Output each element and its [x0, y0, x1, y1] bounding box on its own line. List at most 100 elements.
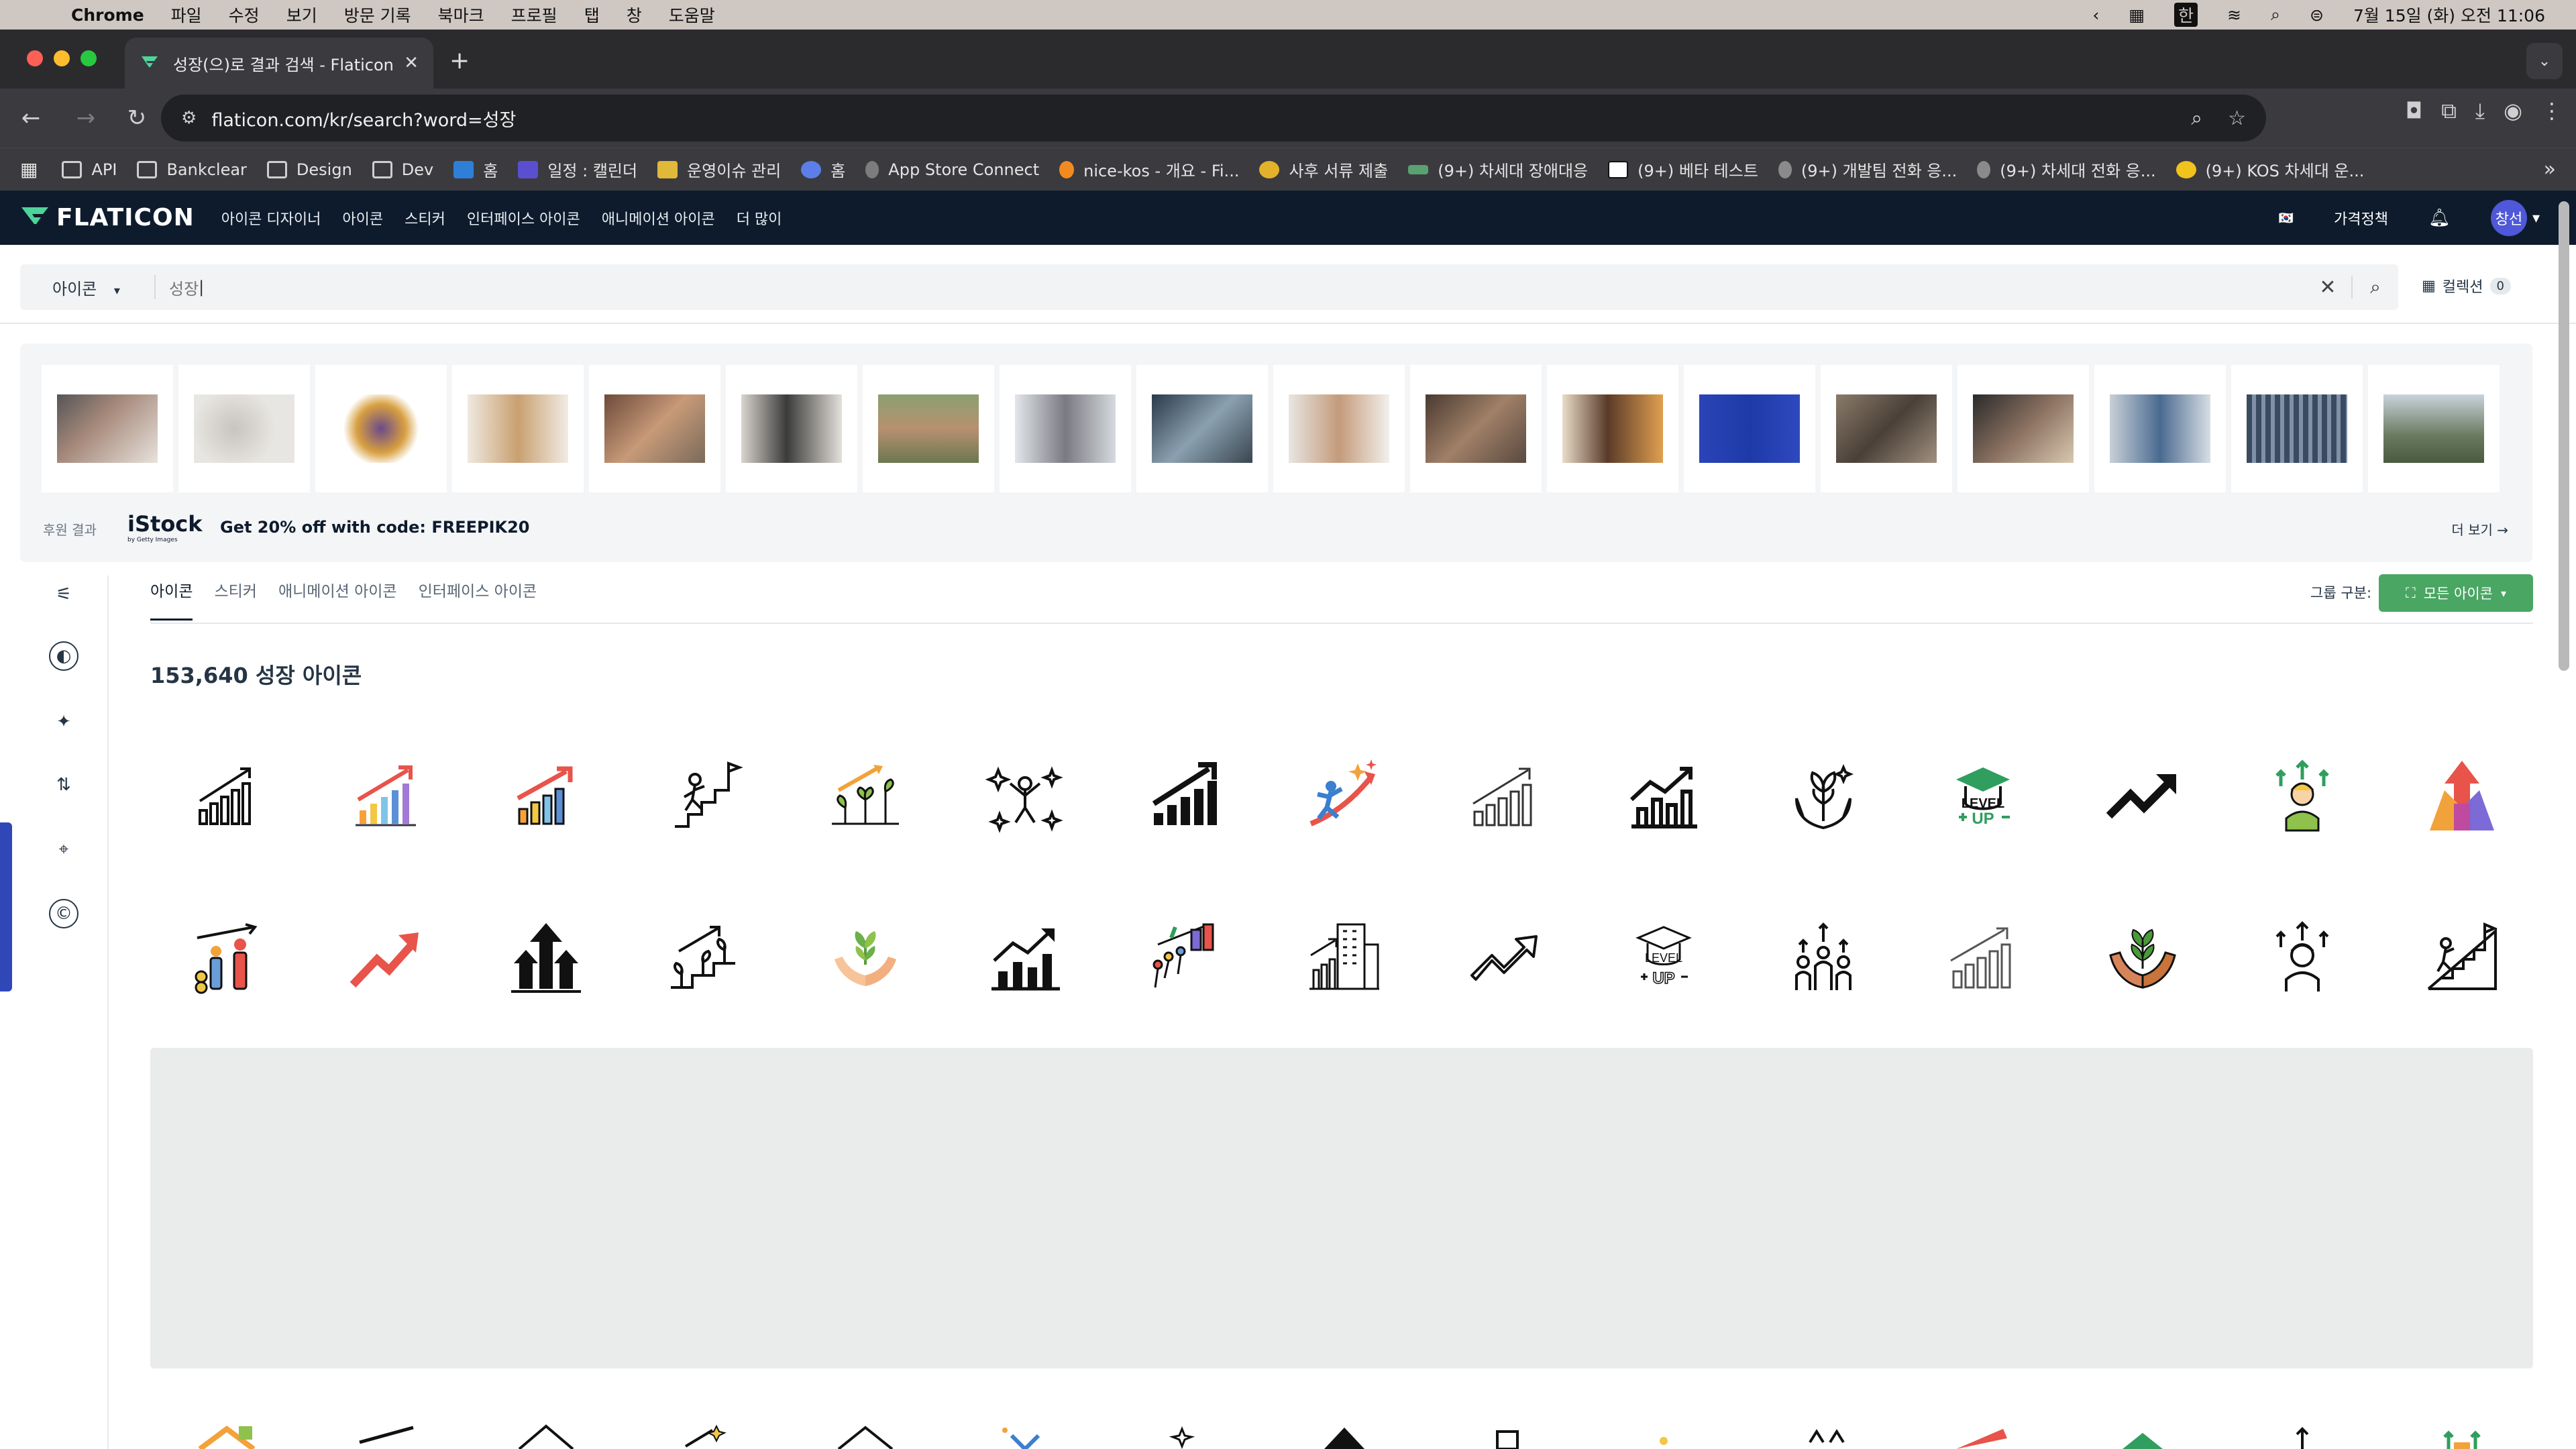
nav-animated-icons[interactable]: 애니메이션 아이콘: [602, 207, 715, 229]
animated-target-icon[interactable]: ⌖: [49, 835, 78, 864]
extensions-icon[interactable]: ⧉: [2441, 98, 2457, 124]
sponsored-photo[interactable]: [1547, 365, 1678, 492]
palette-icon[interactable]: ◐: [49, 641, 78, 671]
site-logo[interactable]: FLATICON: [20, 204, 195, 231]
bookmark-home-trello[interactable]: 홈: [453, 158, 498, 181]
partial-icon[interactable]: [1144, 1422, 1225, 1449]
bar-chart-light-icon[interactable]: [1943, 918, 2023, 998]
trend-arrow-solid-icon[interactable]: [2102, 757, 2183, 837]
close-window-button[interactable]: [27, 50, 43, 66]
sponsored-photo[interactable]: [1410, 365, 1542, 492]
nav-more[interactable]: 더 많이: [737, 207, 782, 229]
bookmark-design[interactable]: Design: [266, 160, 352, 179]
user-menu[interactable]: 창선 ▾: [2490, 200, 2540, 236]
sponsored-photo[interactable]: [178, 365, 310, 492]
trend-arrow-outline-icon[interactable]: [1464, 918, 1544, 998]
keyboard-icon[interactable]: ▦: [2129, 5, 2145, 25]
partial-icon[interactable]: [665, 1422, 746, 1449]
clear-search-icon[interactable]: ✕: [2304, 276, 2351, 299]
new-tab-button[interactable]: +: [449, 47, 470, 74]
growing-plants-icon[interactable]: [825, 757, 906, 837]
notification-bell-icon[interactable]: 🔔︎: [2428, 208, 2451, 228]
bookmark-dev-phone[interactable]: (9+) 개발팀 전화 응...: [1778, 158, 1957, 181]
camera-icon[interactable]: ◘: [2406, 98, 2422, 124]
bookmark-incident[interactable]: (9+) 차세대 장애대응: [1408, 158, 1588, 181]
menu-app-name[interactable]: Chrome: [71, 5, 144, 25]
bookmark-firebase[interactable]: nice-kos - 개요 - Fi...: [1059, 158, 1239, 181]
bar-chart-bold-icon[interactable]: [1623, 757, 1704, 837]
person-arrows-outline-icon[interactable]: [2262, 918, 2343, 998]
hands-plant-color-icon[interactable]: [825, 918, 906, 998]
people-growth-icon[interactable]: [186, 918, 267, 998]
partial-icon[interactable]: [985, 1422, 1065, 1449]
bookmark-star-icon[interactable]: ☆: [2228, 107, 2246, 130]
url-text[interactable]: flaticon.com/kr/search?word=성장: [211, 105, 516, 131]
menu-history[interactable]: 방문 기록: [344, 3, 411, 27]
more-menu-icon[interactable]: ⋮: [2541, 98, 2563, 124]
back-button[interactable]: ←: [11, 98, 51, 138]
group-by-dropdown[interactable]: ⛶ 모든 아이콘 ▾: [2379, 574, 2533, 612]
sponsored-photo[interactable]: [2231, 365, 2363, 492]
search-button[interactable]: ⌕: [2351, 276, 2398, 299]
menu-edit[interactable]: 수정: [229, 3, 260, 27]
bar-chart-solid-icon[interactable]: [1144, 757, 1225, 837]
tab-icons[interactable]: 아이콘: [150, 578, 193, 621]
stairs-flag-icon[interactable]: [2422, 918, 2502, 998]
search-icon[interactable]: ⌕: [2271, 5, 2280, 25]
hands-plant-brown-icon[interactable]: [2102, 918, 2183, 998]
partial-icon[interactable]: [2422, 1422, 2502, 1449]
bookmark-app-store-connect[interactable]: App Store Connect: [865, 160, 1039, 179]
partial-icon[interactable]: [1464, 1422, 1544, 1449]
menu-help[interactable]: 도움말: [669, 3, 715, 27]
bookmark-kos[interactable]: (9+) KOS 차세대 운...: [2176, 158, 2364, 181]
sponsored-photo[interactable]: [1821, 365, 1952, 492]
arrows-up-solid-icon[interactable]: [506, 918, 586, 998]
zoom-window-button[interactable]: [80, 50, 97, 66]
buildings-chart-icon[interactable]: [1304, 918, 1385, 998]
sponsored-photo[interactable]: [1684, 365, 1815, 492]
partial-icon[interactable]: [506, 1422, 586, 1449]
sponsored-photo[interactable]: [1957, 365, 2089, 492]
bookmark-home-flow[interactable]: 홈: [801, 158, 845, 181]
person-arrows-color-icon[interactable]: [2262, 757, 2343, 837]
hands-leaves-icon[interactable]: [1783, 757, 1864, 837]
sponsored-photo[interactable]: [1273, 365, 1405, 492]
menu-file[interactable]: 파일: [171, 3, 202, 27]
arrow-up-gradient-icon[interactable]: [2422, 757, 2502, 837]
menu-window[interactable]: 창: [627, 3, 642, 27]
bookmark-api[interactable]: API: [62, 160, 117, 179]
istock-logo[interactable]: iStock by Getty Images: [127, 511, 203, 543]
search-input[interactable]: 성장 |: [154, 275, 2304, 299]
collections-button[interactable]: ▦ 컬렉션 0: [2422, 275, 2511, 297]
partial-icon[interactable]: [1783, 1422, 1864, 1449]
minimize-window-button[interactable]: [54, 50, 70, 66]
climbing-steps-icon[interactable]: [665, 757, 746, 837]
bookmark-beta-test[interactable]: (9+) 베타 테스트: [1608, 158, 1758, 181]
sponsored-photo[interactable]: [863, 365, 994, 492]
partial-icon[interactable]: [2262, 1422, 2343, 1449]
partial-icon[interactable]: [1623, 1422, 1704, 1449]
see-more-link[interactable]: 더 보기 →: [2451, 519, 2508, 539]
chevron-left-icon[interactable]: ‹: [2092, 5, 2099, 25]
download-icon[interactable]: ⤓: [2475, 98, 2485, 124]
control-center-icon[interactable]: ⊜: [2310, 5, 2324, 25]
bookmark-dev[interactable]: Dev: [372, 160, 433, 179]
bar-chart-color-icon[interactable]: [346, 757, 427, 837]
apps-grid-icon[interactable]: ▦: [20, 158, 38, 180]
zoom-icon[interactable]: ⌕: [2191, 107, 2202, 130]
menu-view[interactable]: 보기: [286, 3, 317, 27]
plants-steps-icon[interactable]: [665, 918, 746, 998]
bar-chart-arrow-color-icon[interactable]: [506, 757, 586, 837]
bar-chart-trend-icon[interactable]: [985, 918, 1065, 998]
tab-interface-icons[interactable]: 인터페이스 아이콘: [419, 578, 537, 621]
site-info-icon[interactable]: ⚙: [181, 108, 197, 128]
climbing-group-icon[interactable]: [1144, 918, 1225, 998]
sponsored-photo[interactable]: [2368, 365, 2500, 492]
active-tab[interactable]: 성장(으)로 결과 검색 - Flaticon ✕: [125, 38, 433, 89]
partial-icon[interactable]: [186, 1422, 267, 1449]
trend-arrow-red-icon[interactable]: [346, 918, 427, 998]
sponsored-photo[interactable]: [42, 365, 173, 492]
menu-bookmarks[interactable]: 북마크: [438, 3, 484, 27]
reload-button[interactable]: ↻: [117, 98, 157, 138]
forward-button[interactable]: →: [66, 98, 106, 138]
